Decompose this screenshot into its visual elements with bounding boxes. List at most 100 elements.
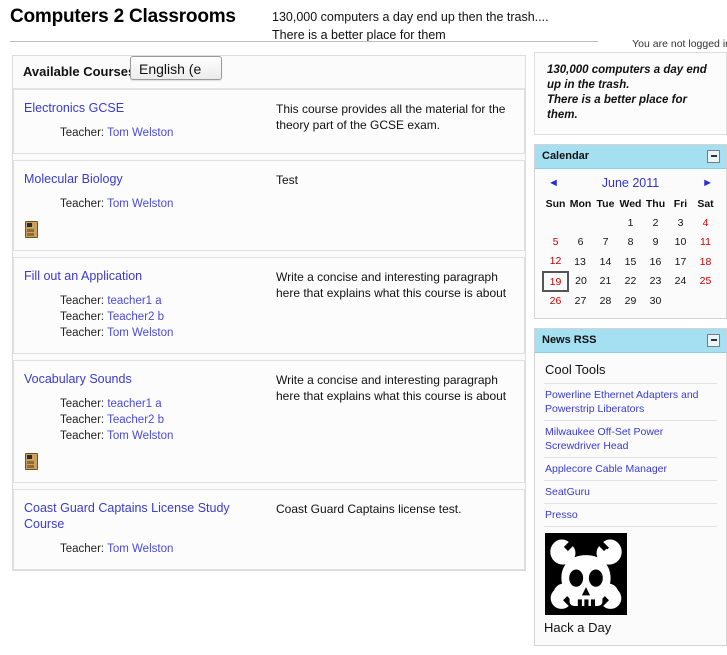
rss-item-list: Powerline Ethernet Adapters and Powerstr… [544,383,717,526]
calendar-day[interactable]: 27 [568,291,593,311]
skull-and-wrenches-icon [545,533,627,615]
header-divider [10,41,598,42]
calendar-day[interactable]: 30 [643,291,668,311]
course-inner: Fill out an Application Teacher: teacher1… [24,268,514,341]
teacher-link[interactable]: Teacher2 b [107,414,164,426]
calendar-day[interactable]: 2 [643,214,668,233]
calendar-day[interactable]: 1 [618,214,643,233]
calendar-day[interactable]: 20 [568,272,593,291]
calendar-day[interactable]: 19 [542,271,569,292]
teacher-label: Teacher: [60,327,108,339]
teacher-link[interactable]: Tom Welston [107,127,173,139]
minus-icon [710,155,717,157]
calendar-week-row: 19 20 21 22 23 24 25 [542,271,718,292]
promo-block: 130,000 computers a day end up in the tr… [534,52,727,135]
rss-item-link[interactable]: Presso [545,508,716,522]
rss-footer-text: Hack a Day [544,620,612,635]
next-month-icon[interactable]: ► [700,177,715,189]
site-title: Computers 2 Classrooms [10,6,236,27]
calendar-day[interactable]: 11 [693,233,718,252]
rss-item: Presso [544,503,717,526]
login-status-text: You are not logged in [632,38,727,50]
calendar-day[interactable]: 18 [693,252,718,272]
rss-item-link[interactable]: Powerline Ethernet Adapters and Powerstr… [545,388,716,416]
course-box: Electronics GCSE Teacher: Tom Welston This… [13,89,525,154]
course-info-icon[interactable] [25,453,38,470]
calendar-day[interactable]: 24 [668,272,693,291]
rss-item-link[interactable]: Milwaukee Off-Set Power Screwdriver Head [545,425,716,453]
collapse-icon[interactable] [707,149,720,163]
rss-item: Milwaukee Off-Set Power Screwdriver Head [544,420,717,457]
course-link[interactable]: Electronics GCSE [24,100,124,116]
course-summary: Test [276,173,299,187]
teacher-row: Teacher: Tom Welston [60,196,276,212]
rss-item: Powerline Ethernet Adapters and Powerstr… [544,383,717,420]
calendar-weekday: Thu [645,198,666,210]
calendar-day[interactable]: 14 [593,252,618,272]
teacher-list: Teacher: Tom Welston [60,196,276,212]
teacher-link[interactable]: Tom Welston [107,198,173,210]
prev-month-icon[interactable]: ◄ [546,177,561,189]
course-link[interactable]: Vocabulary Sounds [24,371,132,387]
calendar-weekday: Wed [619,198,642,210]
rss-item: Applecore Cable Manager [544,457,717,480]
calendar-weekday: Tue [596,198,615,210]
rss-logo-wrap [544,526,717,617]
course-box: Fill out an Application Teacher: teacher1… [13,257,525,354]
teacher-list: Teacher: teacher1 a Teacher: Teacher2 b Te… [60,293,276,341]
rss-item-link[interactable]: Applecore Cable Manager [545,462,716,476]
main-column: Available Courses Electronics GCSE Teache… [12,55,526,571]
calendar-day[interactable]: 13 [568,252,593,272]
teacher-label: Teacher: [60,127,108,139]
course-link[interactable]: Coast Guard Captains License Study Cours… [24,500,264,532]
teacher-link[interactable]: Tom Welston [107,327,173,339]
calendar-day[interactable]: 8 [618,233,643,252]
calendar-day[interactable]: 29 [618,291,643,311]
calendar-day[interactable]: 15 [618,252,643,272]
calendar-block-body: ◄ June 2011 ► Sun Mon Tue Wed Thu Fri Sat 1234… [535,169,726,318]
course-link[interactable]: Molecular Biology [24,171,123,187]
calendar-day[interactable]: 9 [643,233,668,252]
course-box: Coast Guard Captains License Study Cours… [13,489,525,570]
calendar-day[interactable]: 22 [618,272,643,291]
calendar-day[interactable]: 17 [668,252,693,272]
calendar-week-row: 12 13 14 15 16 17 18 [543,252,718,272]
page-header: Computers 2 Classrooms 130,000 computers… [0,0,727,52]
calendar-day-empty [543,214,568,233]
course-info-icon[interactable] [25,221,38,238]
language-dropdown[interactable]: English (e [130,56,222,80]
calendar-month-label[interactable]: June 2011 [602,176,659,190]
teacher-link[interactable]: Tom Welston [107,430,173,442]
calendar-day[interactable]: 10 [668,233,693,252]
teacher-row: Teacher: teacher1 a [60,293,276,309]
teacher-row: Teacher: Tom Welston [60,428,276,444]
teacher-list: Teacher: Tom Welston [60,541,276,557]
calendar-day[interactable]: 5 [543,233,568,252]
course-summary: Write a concise and interesting paragrap… [276,270,507,300]
calendar-week-row: 1234 [543,214,718,233]
course-link[interactable]: Fill out an Application [24,268,142,284]
teacher-link[interactable]: teacher1 a [107,295,161,307]
teacher-link[interactable]: teacher1 a [107,398,161,410]
calendar-day[interactable]: 26 [543,291,568,311]
teacher-link[interactable]: Teacher2 b [107,311,164,323]
rss-item-link[interactable]: SeatGuru [545,485,716,499]
calendar-block-title: Calendar [542,150,590,162]
news-rss-block: News RSS Cool Tools Powerline Ethernet A… [534,328,727,646]
calendar-day[interactable]: 6 [568,233,593,252]
promo-line-3: There is a better place for [547,94,687,106]
calendar-day[interactable]: 12 [543,252,568,272]
calendar-day[interactable]: 28 [593,291,618,311]
collapse-icon[interactable] [707,333,720,347]
rss-feed-title: Cool Tools [545,362,606,377]
calendar-day[interactable]: 4 [693,214,718,233]
course-left: Fill out an Application Teacher: teacher1… [24,268,276,341]
calendar-day[interactable]: 16 [643,252,668,272]
calendar-day-empty [668,291,693,311]
calendar-day[interactable]: 7 [593,233,618,252]
tagline-line-1: 130,000 computers a day end up then the … [272,10,549,24]
calendar-day[interactable]: 25 [693,272,718,291]
calendar-day[interactable]: 3 [668,214,693,233]
calendar-day[interactable]: 21 [593,272,618,291]
calendar-day[interactable]: 23 [643,272,668,291]
